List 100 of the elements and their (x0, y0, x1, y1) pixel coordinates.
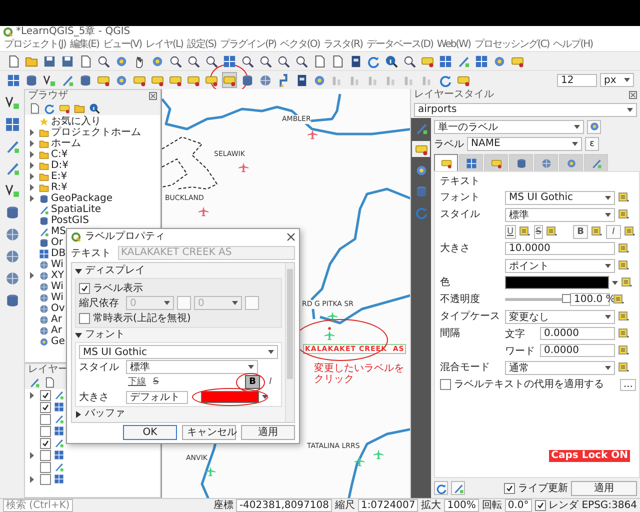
label-icon[interactable] (511, 54, 524, 68)
layer-checkbox[interactable] (40, 438, 51, 448)
italic-button[interactable]: I (263, 375, 278, 389)
italic-button[interactable]: I (606, 224, 621, 238)
menu-item[interactable]: 編集(E) (70, 38, 99, 51)
expand-arrow-icon[interactable] (75, 332, 82, 338)
pencil-icon[interactable] (61, 74, 74, 86)
browser-item[interactable]: XY (51, 270, 64, 281)
document-icon[interactable] (313, 54, 326, 68)
database-icon[interactable] (25, 74, 38, 86)
floppy-icon[interactable] (61, 54, 74, 68)
python-icon[interactable] (277, 74, 290, 86)
label-icon[interactable] (151, 74, 164, 86)
label-icon[interactable] (457, 74, 470, 86)
menu-item[interactable]: 設定(S) (186, 38, 216, 51)
always-show-checkbox[interactable] (79, 312, 90, 324)
pencil-icon[interactable] (29, 377, 40, 388)
vector-icon[interactable] (4, 95, 20, 110)
word-spacing-field[interactable]: 0.0000 (540, 344, 615, 357)
font-dropdown[interactable]: MS UI Gothic (79, 345, 278, 359)
layer-dropdown[interactable]: airports (414, 102, 637, 116)
expression-button[interactable]: ε (585, 136, 599, 150)
font-dropdown[interactable]: MS UI Gothic (505, 190, 615, 204)
browser-item[interactable]: お気に入り (51, 116, 101, 127)
refresh-icon[interactable] (439, 74, 452, 86)
magnifier-icon[interactable] (187, 54, 200, 68)
layer-checkbox[interactable] (40, 450, 51, 460)
expand-arrow-icon[interactable] (29, 476, 35, 482)
grid-icon[interactable] (439, 54, 452, 68)
data-defined-icon[interactable] (624, 226, 636, 237)
crs-button[interactable]: EPSG:3864 (582, 500, 637, 511)
browser-item[interactable]: D:¥ (51, 160, 68, 171)
expand-arrow-icon[interactable] (29, 272, 35, 279)
info-icon[interactable] (89, 103, 100, 114)
scale-field[interactable]: 1:0724007 (358, 499, 418, 512)
underline-button[interactable]: 下線 (126, 375, 148, 389)
gear-icon[interactable] (493, 54, 506, 68)
grid-icon[interactable] (223, 54, 236, 68)
tab[interactable] (584, 154, 608, 171)
size-field[interactable]: 10.0000 (505, 242, 615, 255)
expand-arrow-icon[interactable] (75, 410, 82, 418)
style-dropdown[interactable]: 標準 (126, 360, 258, 374)
magnifier-icon[interactable] (259, 54, 272, 68)
pencil-icon[interactable] (452, 482, 464, 494)
expand-arrow-icon[interactable] (75, 268, 82, 274)
layer-checkbox[interactable] (40, 426, 51, 436)
dialog-button[interactable]: OK (123, 425, 177, 440)
color-button[interactable] (505, 276, 609, 289)
layer-checkbox[interactable] (40, 402, 51, 412)
side-tab[interactable] (412, 141, 430, 157)
data-defined-icon[interactable] (546, 226, 558, 237)
expand-arrow-icon[interactable] (29, 452, 35, 458)
menu-item[interactable]: ビュー(V) (102, 38, 142, 51)
label-icon[interactable] (97, 74, 110, 86)
layer-checkbox[interactable] (40, 390, 51, 400)
folder-icon[interactable] (25, 54, 38, 68)
browser-item[interactable]: PostGIS (51, 215, 89, 226)
menu-item[interactable]: プロジェクト(J) (4, 38, 66, 51)
menu-item[interactable]: データベース(D) (366, 38, 433, 51)
apply-button[interactable]: 適用 (571, 480, 637, 496)
show-label-checkbox[interactable] (79, 282, 90, 294)
underline-button[interactable]: U (505, 224, 516, 238)
menu-item[interactable]: プラグイン(P) (220, 38, 276, 51)
magnifier-field[interactable]: 100% (444, 499, 479, 512)
strikethrough-button[interactable]: S (534, 224, 544, 238)
refresh-icon[interactable] (436, 482, 446, 494)
menu-item[interactable]: Web(W) (436, 38, 470, 51)
menu-item[interactable]: レイヤ(L) (146, 38, 183, 51)
browser-item[interactable]: DB (51, 248, 66, 259)
layer-checkbox[interactable] (40, 474, 51, 484)
data-defined-icon[interactable] (618, 328, 630, 339)
renderer-dropdown[interactable]: 単一のラベル (434, 120, 584, 134)
browser-item[interactable]: GeoPackage (51, 193, 112, 204)
data-defined-icon[interactable] (613, 294, 625, 305)
magnifier-icon[interactable] (241, 54, 254, 68)
label-icon[interactable] (59, 103, 70, 114)
refresh-icon[interactable] (367, 54, 380, 68)
globe-icon[interactable] (4, 271, 20, 286)
document-icon[interactable] (79, 54, 92, 68)
label-icon[interactable] (187, 74, 200, 86)
label-icon[interactable] (205, 74, 218, 86)
browser-item[interactable]: C:¥ (51, 149, 68, 160)
book-icon[interactable] (349, 54, 362, 68)
database-icon[interactable] (4, 293, 20, 308)
data-defined-icon[interactable] (618, 192, 630, 203)
browser-item[interactable]: ホーム (51, 138, 81, 149)
globe-icon[interactable] (4, 249, 20, 264)
data-defined-icon[interactable] (618, 345, 630, 356)
data-defined-icon[interactable] (618, 311, 630, 322)
globe-icon[interactable] (259, 74, 272, 86)
dropdown-arrow-icon[interactable] (262, 395, 268, 399)
gear-icon[interactable] (588, 121, 600, 132)
browser-item[interactable]: R:¥ (51, 182, 68, 193)
unit-dropdown[interactable]: px (600, 73, 634, 87)
label-icon[interactable] (133, 74, 146, 86)
rotation-field[interactable]: 0.0° (504, 499, 532, 512)
floppy-icon[interactable] (43, 54, 56, 68)
render-checkbox[interactable] (534, 500, 546, 511)
dialog-button[interactable]: 適用 (241, 425, 295, 440)
grid-icon[interactable] (475, 54, 488, 68)
